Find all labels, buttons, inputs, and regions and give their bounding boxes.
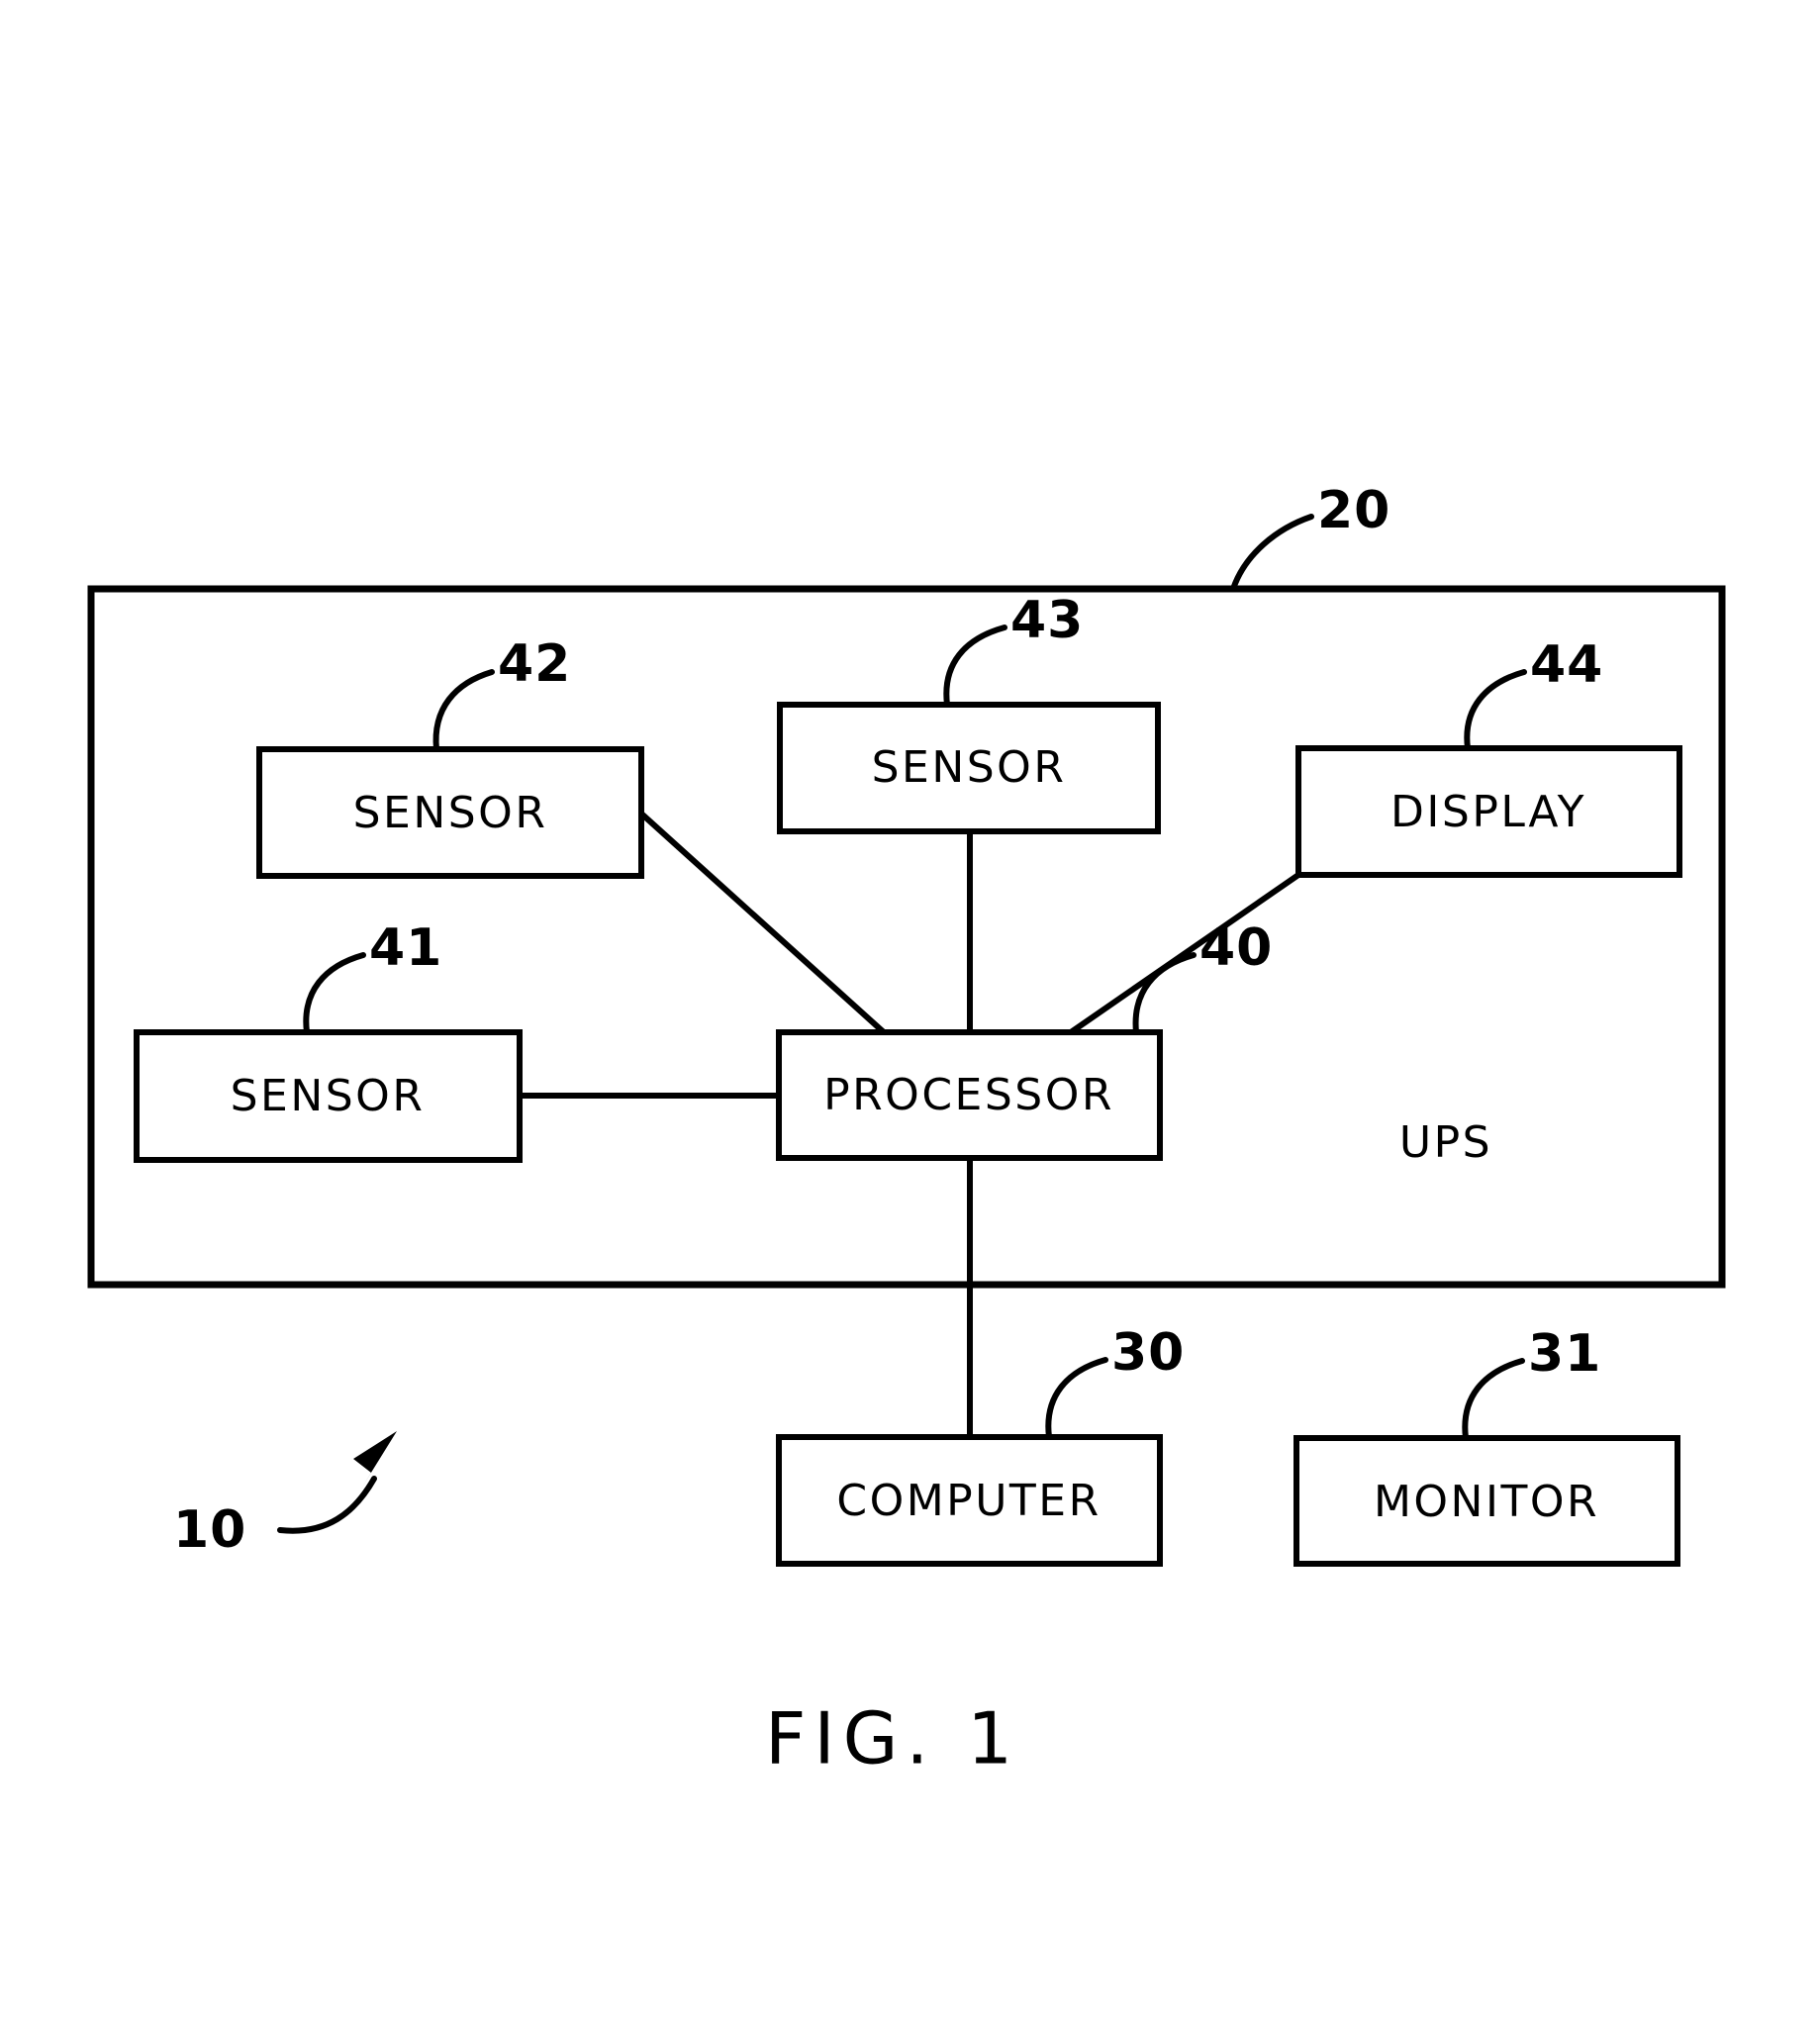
ups-label: UPS [1399,1117,1492,1168]
figure-canvas: SENSOR 42 SENSOR 43 DISPLAY 44 SENSOR 41… [87,481,1726,1780]
block-sensor-43-label: SENSOR [872,742,1067,793]
reference-number-44: 44 [1530,635,1603,695]
block-sensor-43[interactable]: SENSOR [777,702,1161,834]
block-processor-40-label: PROCESSOR [823,1070,1114,1120]
leader-line-31 [1462,1358,1525,1441]
reference-number-10: 10 [173,1500,246,1560]
leader-line-41 [303,952,366,1035]
leader-line-10 [277,1476,377,1534]
leader-line-20 [1230,514,1314,592]
reference-number-20: 20 [1317,481,1390,540]
block-sensor-42[interactable]: SENSOR [256,746,644,879]
block-sensor-41[interactable]: SENSOR [134,1029,523,1163]
connector-sensor42-processor [638,811,887,1035]
reference-number-40: 40 [1199,918,1273,978]
block-computer-30-label: COMPUTER [836,1476,1101,1526]
block-computer-30[interactable]: COMPUTER [776,1434,1163,1567]
reference-number-41: 41 [369,918,442,978]
block-processor-40[interactable]: PROCESSOR [776,1029,1163,1161]
reference-number-42: 42 [498,634,571,694]
block-monitor-31[interactable]: MONITOR [1293,1435,1680,1567]
block-display-44-label: DISPLAY [1390,787,1586,837]
block-sensor-41-label: SENSOR [231,1071,426,1121]
leader-line-42 [432,669,495,752]
figure-caption: FIG. 1 [765,1697,1020,1780]
reference-number-43: 43 [1010,591,1084,650]
ups-enclosure-outline [87,585,1726,1289]
patent-figure: SENSOR 42 SENSOR 43 DISPLAY 44 SENSOR 41… [0,0,1820,2020]
block-sensor-42-label: SENSOR [353,788,548,838]
reference-number-31: 31 [1528,1324,1601,1384]
leader-line-44 [1464,669,1527,751]
block-display-44[interactable]: DISPLAY [1295,745,1682,878]
leader-line-43 [943,625,1007,708]
leader-line-30 [1045,1357,1108,1440]
block-monitor-31-label: MONITOR [1374,1477,1599,1527]
reference-number-30: 30 [1111,1323,1185,1383]
leader-line-40 [1132,952,1197,1035]
